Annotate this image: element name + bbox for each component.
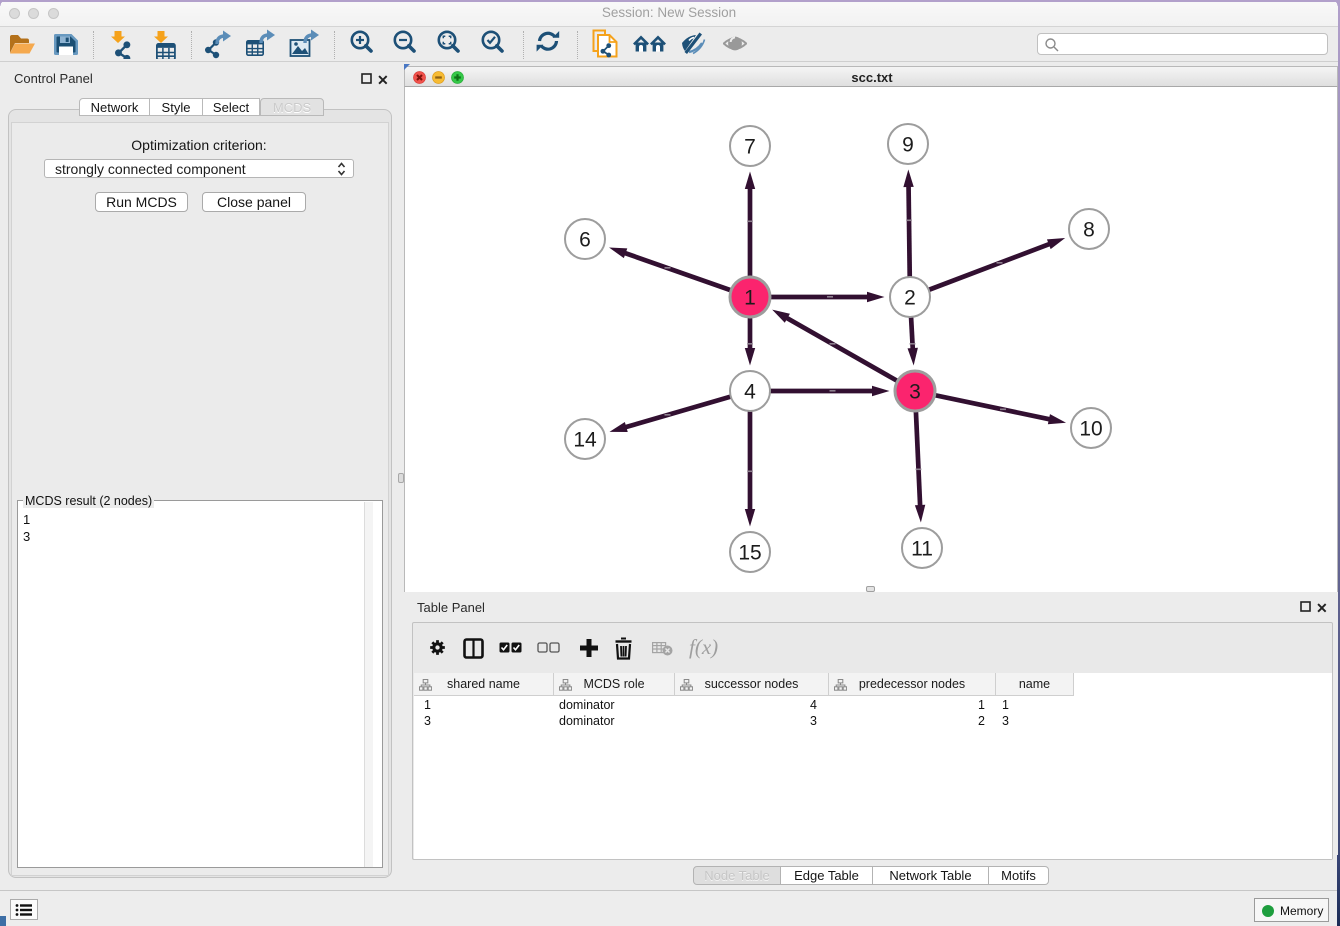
svg-text:11: 11 [911, 538, 933, 561]
svg-text:10: 10 [1079, 418, 1102, 441]
svg-text:2: 2 [904, 287, 916, 310]
svg-text:9: 9 [902, 134, 914, 157]
svg-text:1: 1 [744, 287, 756, 310]
svg-text:15: 15 [738, 542, 761, 565]
svg-text:4: 4 [744, 381, 756, 404]
svg-text:14: 14 [573, 429, 597, 452]
svg-text:7: 7 [744, 136, 756, 159]
svg-text:6: 6 [579, 229, 591, 252]
svg-text:3: 3 [909, 381, 921, 404]
svg-text:8: 8 [1083, 219, 1095, 242]
